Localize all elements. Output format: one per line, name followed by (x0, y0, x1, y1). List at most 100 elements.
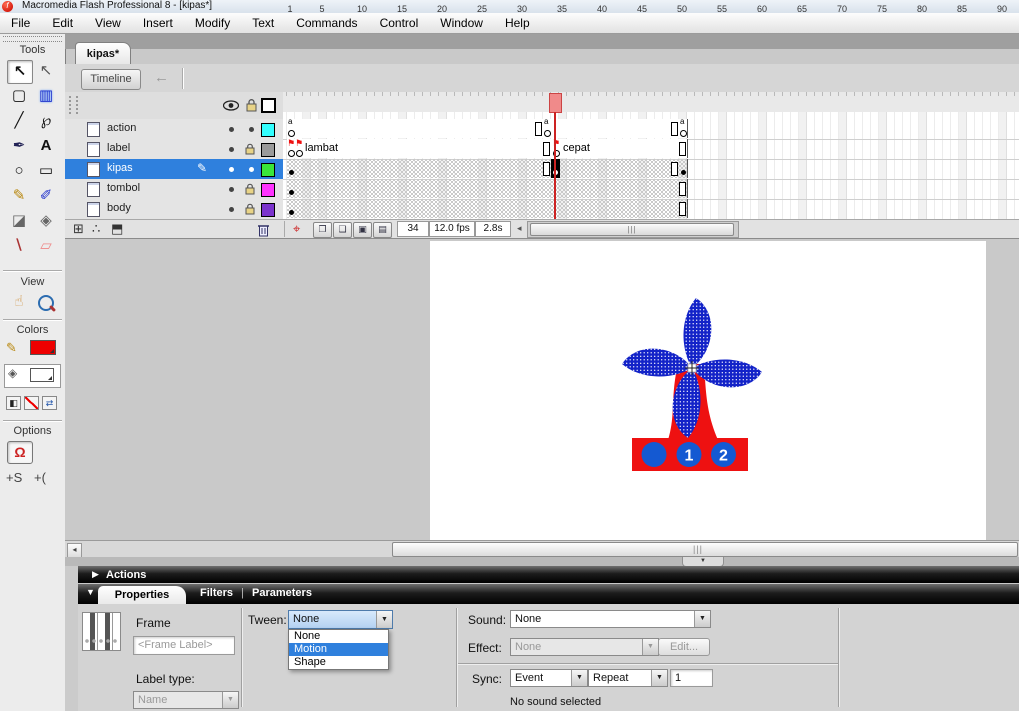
swap-colors-button[interactable]: ⇄ (42, 396, 57, 410)
menu-modify[interactable]: Modify (184, 14, 241, 32)
playhead-handle[interactable] (549, 93, 562, 113)
panel-grip[interactable] (3, 36, 62, 42)
tween-option-none[interactable]: None (289, 630, 388, 643)
ink-bottle-tool[interactable]: ◪ (7, 210, 31, 232)
layer-row-label[interactable]: label (65, 139, 283, 160)
document-tab-kipas[interactable]: kipas* (75, 42, 131, 65)
timeline-grip[interactable] (69, 96, 78, 114)
collapse-triangle-icon[interactable]: ▼ (86, 587, 95, 597)
menu-insert[interactable]: Insert (132, 14, 184, 32)
layer-visible-dot[interactable] (229, 207, 234, 212)
layer-unlocked-dot[interactable] (249, 167, 254, 172)
layer-lock-icon[interactable] (245, 203, 255, 215)
sync-select[interactable]: Event ▼ (510, 669, 588, 687)
snap-to-objects-button[interactable]: Ω (7, 441, 33, 464)
elapsed-time-indicator[interactable]: 2.8s (475, 221, 511, 237)
pencil-tool[interactable]: ✎ (7, 185, 31, 207)
layer-visible-dot[interactable] (229, 147, 234, 152)
frames-row-kipas[interactable] (283, 159, 1019, 180)
layer-outline-color[interactable] (261, 203, 275, 217)
selection-tool[interactable]: ↖ (7, 60, 33, 84)
layer-visible-dot[interactable] (229, 187, 234, 192)
hand-tool[interactable]: ☝ (7, 291, 31, 313)
sound-select[interactable]: None ▼ (510, 610, 711, 628)
insert-layer-folder-button[interactable]: ⬒ (111, 221, 123, 237)
brush-tool[interactable]: ✐ (34, 185, 58, 207)
zoom-tool[interactable] (38, 295, 54, 311)
show-hide-layers-icon[interactable] (223, 100, 239, 111)
smooth-option-button[interactable]: +S (6, 470, 22, 485)
layer-lock-icon[interactable] (245, 183, 255, 195)
stage-scrollbar-thumb[interactable]: ||| (392, 542, 1018, 557)
frame-rate-indicator[interactable]: 12.0 fps (429, 221, 475, 237)
paint-bucket-tool[interactable]: ◈ (34, 210, 58, 232)
add-motion-guide-button[interactable]: ∴ (92, 221, 100, 237)
center-frame-button[interactable]: ⌖ (293, 221, 300, 237)
tab-properties[interactable]: Properties (98, 586, 186, 604)
menu-control[interactable]: Control (369, 14, 430, 32)
layer-row-tombol[interactable]: tombol (65, 179, 283, 200)
onion-skin-outlines-button[interactable]: ❑ (333, 222, 352, 238)
line-tool[interactable]: ╱ (7, 110, 31, 132)
black-white-colors-button[interactable]: ◧ (6, 396, 21, 410)
free-transform-tool[interactable]: ▢ (7, 85, 31, 107)
fill-color-swatch[interactable] (30, 368, 54, 382)
stage-pasteboard[interactable]: 1 2 (65, 238, 1019, 541)
back-arrow-icon[interactable]: ← (154, 69, 169, 86)
menu-edit[interactable]: Edit (41, 14, 84, 32)
menu-text[interactable]: Text (241, 14, 285, 32)
rectangle-tool[interactable]: ▭ (34, 160, 58, 182)
frames-row-tombol[interactable] (283, 179, 1019, 200)
tween-option-shape[interactable]: Shape (289, 656, 388, 669)
menu-window[interactable]: Window (429, 14, 494, 32)
layer-outline-color[interactable] (261, 143, 275, 157)
onion-skin-button[interactable]: ❐ (313, 222, 332, 238)
layer-unlocked-dot[interactable] (249, 127, 254, 132)
layer-outline-color[interactable] (261, 183, 275, 197)
layer-visible-dot[interactable] (229, 167, 234, 172)
subselection-tool[interactable]: ↖ (34, 60, 58, 82)
layer-outline-color[interactable] (261, 123, 275, 137)
no-color-button[interactable] (24, 396, 39, 410)
effect-select[interactable]: None ▼ (510, 638, 659, 656)
frames-row-body[interactable] (283, 199, 1019, 220)
frames-row-action[interactable]: a a a (283, 118, 1019, 140)
layer-row-action[interactable]: action (65, 119, 283, 140)
actions-panel-bar[interactable]: ▶ Actions (78, 566, 1019, 583)
gradient-transform-tool[interactable]: ▥ (34, 85, 58, 107)
expand-triangle-icon[interactable]: ▶ (92, 569, 99, 580)
delete-layer-trash-button[interactable] (257, 222, 270, 237)
timeline-toggle-button[interactable]: Timeline (81, 69, 141, 90)
repeat-count-input[interactable]: 1 (670, 669, 713, 687)
eyedropper-tool[interactable]: ∖ (7, 235, 31, 257)
outline-layers-icon[interactable] (261, 98, 276, 113)
stage-scroll-left-button[interactable]: ◂ (67, 543, 82, 558)
timeline-scroll-left-arrow[interactable]: ◂ (517, 223, 522, 234)
repeat-select[interactable]: Repeat ▼ (588, 669, 668, 687)
edit-sound-button[interactable]: Edit... (658, 638, 710, 656)
frames-row-label[interactable]: ⚑ ⚑ lambat ⚑ cepat (283, 139, 1019, 160)
layer-row-body[interactable]: body (65, 199, 283, 220)
menu-file[interactable]: File (0, 14, 41, 32)
menu-view[interactable]: View (84, 14, 132, 32)
menu-commands[interactable]: Commands (285, 14, 368, 32)
oval-tool[interactable]: ○ (7, 160, 31, 182)
frame-label-input[interactable]: <Frame Label> (133, 636, 235, 655)
lasso-tool[interactable]: ℘ (34, 110, 58, 132)
modify-onion-markers-button[interactable]: ▤ (373, 222, 392, 238)
text-tool[interactable]: A (34, 135, 58, 157)
layer-row-kipas[interactable]: kipas ✎ (65, 159, 283, 180)
stroke-color-swatch[interactable] (30, 340, 56, 355)
tab-filters[interactable]: Filters (200, 587, 233, 599)
label-type-select[interactable]: Name ▼ (133, 691, 239, 709)
current-frame-indicator[interactable]: 34 (397, 221, 429, 237)
edit-multiple-frames-button[interactable]: ▣ (353, 222, 372, 238)
layer-lock-icon[interactable] (245, 143, 255, 155)
menu-help[interactable]: Help (494, 14, 541, 32)
tab-parameters[interactable]: Parameters (252, 587, 312, 599)
timeline-scrollbar-thumb[interactable]: ||| (530, 223, 734, 236)
layer-outline-color[interactable] (261, 163, 275, 177)
eraser-tool[interactable]: ▱ (34, 235, 58, 257)
layer-visible-dot[interactable] (229, 127, 234, 132)
base-button-plain[interactable] (641, 442, 667, 467)
